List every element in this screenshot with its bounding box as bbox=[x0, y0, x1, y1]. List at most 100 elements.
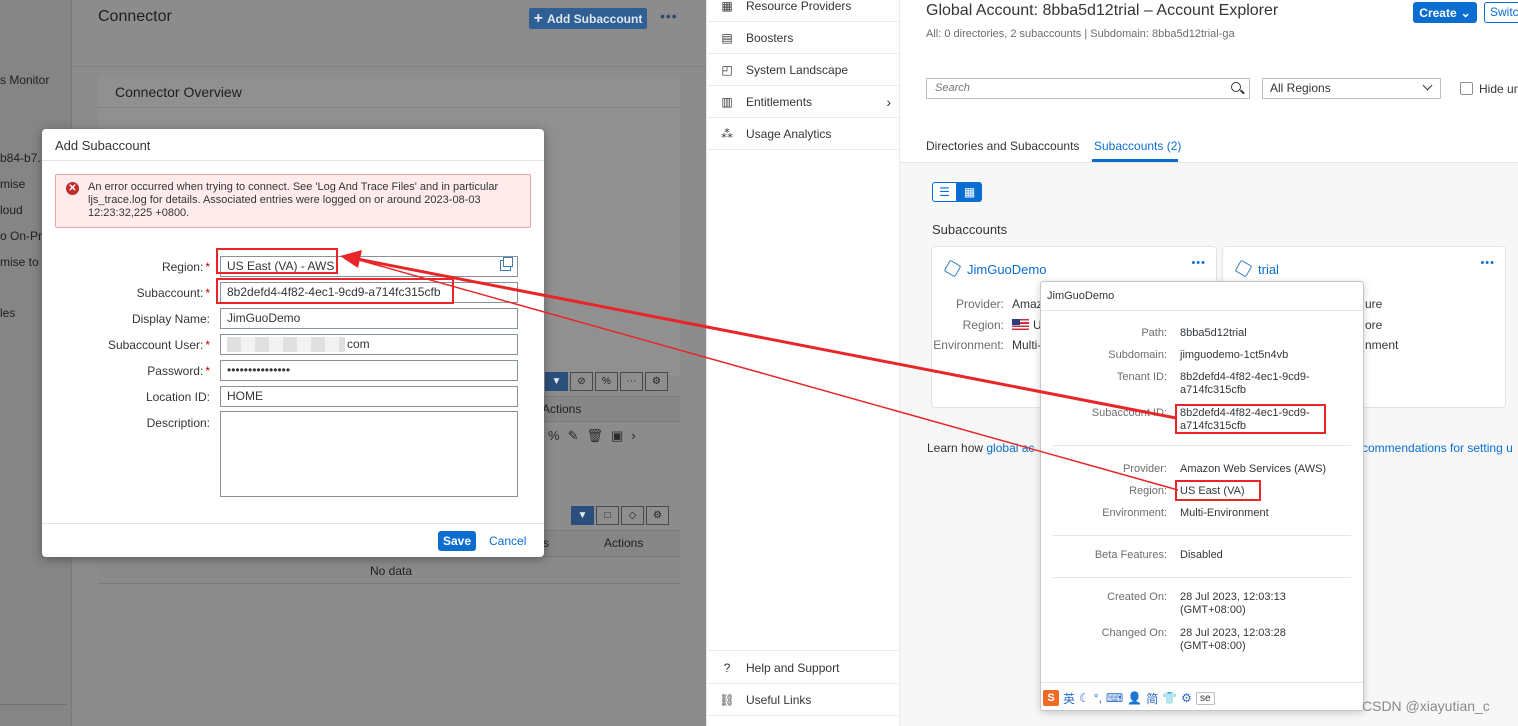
overflow-icon[interactable]: ⋯ bbox=[620, 372, 643, 391]
save-icon[interactable]: ▣ bbox=[611, 428, 623, 444]
nav-item-cloud[interactable]: loud bbox=[0, 203, 23, 217]
nav-item-useful-links[interactable]: ⛓ Useful Links bbox=[707, 684, 900, 716]
redacted-text bbox=[227, 337, 345, 352]
no-data-text: No data bbox=[370, 564, 413, 578]
provider-value: Amazon Web Services (AWS) bbox=[1180, 463, 1327, 475]
value-help-icon[interactable] bbox=[500, 257, 513, 271]
global-account-link[interactable]: global ac bbox=[986, 441, 1034, 455]
description-label: Description: bbox=[146, 416, 210, 430]
square-icon[interactable]: □ bbox=[596, 506, 619, 525]
description-textarea[interactable] bbox=[220, 411, 518, 497]
subaccount-id-value: 8b2defd4-4f82-4ec1-9cd9-a714fc315cfb bbox=[1180, 407, 1310, 432]
switch-button[interactable]: Switch bbox=[1484, 2, 1518, 23]
path-label: Path: bbox=[1141, 327, 1167, 339]
user-icon[interactable]: 👤 bbox=[1127, 691, 1142, 705]
tab-directories-and-subaccounts[interactable]: Directories and Subaccounts bbox=[926, 139, 1079, 153]
ime-candidate-box: se bbox=[1195, 691, 1215, 705]
shirt-icon[interactable]: 👕 bbox=[1162, 691, 1177, 705]
add-subaccount-button[interactable]: + Add Subaccount bbox=[529, 8, 647, 29]
ime-logo-icon[interactable]: S bbox=[1043, 690, 1059, 706]
link-icon[interactable]: % bbox=[595, 372, 618, 391]
dialog-title: Add Subaccount bbox=[55, 138, 151, 153]
nav-item-entitlements[interactable]: ▥ Entitlements › bbox=[707, 86, 900, 118]
nav-item-monitor[interactable]: s Monitor bbox=[0, 73, 49, 87]
subaccount-field[interactable]: 8b2defd4-4f82-4ec1-9cd9-a714fc315cfb bbox=[220, 282, 518, 303]
regions-select[interactable]: All Regions bbox=[1262, 78, 1441, 99]
us-flag-icon bbox=[1012, 319, 1029, 330]
tab-subaccounts[interactable]: Subaccounts (2) bbox=[1094, 139, 1181, 153]
password-field[interactable]: ••••••••••••••• bbox=[220, 360, 518, 381]
resource-providers-icon: ▦ bbox=[721, 0, 733, 13]
dialog-title-divider bbox=[42, 160, 544, 161]
search-input[interactable]: Search bbox=[926, 78, 1250, 99]
error-message-strip: ✕ An error occurred when trying to conne… bbox=[55, 174, 531, 228]
remove-filter-icon[interactable]: ⊘ bbox=[570, 372, 593, 391]
popover-divider bbox=[1053, 577, 1351, 578]
subaccount-icon bbox=[1234, 259, 1253, 278]
page-subtitle: All: 0 directories, 2 subaccounts | Subd… bbox=[926, 28, 1235, 40]
subaccount-user-field[interactable]: com bbox=[220, 334, 518, 355]
simplified-icon[interactable]: 简 bbox=[1146, 690, 1158, 707]
path-value: 8bba5d12trial bbox=[1180, 327, 1247, 339]
filter-icon[interactable]: ▼ bbox=[571, 506, 594, 525]
system-landscape-icon: ◰ bbox=[721, 62, 733, 77]
table2-toolbar: ▼ □ ◇ ⚙ bbox=[571, 506, 669, 525]
provider-label: Provider: bbox=[1122, 463, 1167, 475]
diamond-icon[interactable]: ◇ bbox=[621, 506, 644, 525]
subaccount-name-link[interactable]: trial bbox=[1258, 262, 1279, 277]
region-field[interactable]: US East (VA) - AWS bbox=[220, 256, 518, 277]
connect-icon[interactable]: % bbox=[548, 428, 560, 444]
more-options-button[interactable]: ••• bbox=[660, 8, 678, 24]
nav-item-modules[interactable]: les bbox=[0, 306, 15, 320]
save-button[interactable]: Save bbox=[438, 531, 476, 551]
filter-icon[interactable]: ▼ bbox=[545, 372, 568, 391]
page-title: Connector bbox=[98, 8, 172, 25]
nav-divider bbox=[0, 704, 66, 705]
nav-item-on-premise[interactable]: mise bbox=[0, 177, 25, 191]
display-name-field[interactable]: JimGuoDemo bbox=[220, 308, 518, 329]
popover-divider bbox=[1053, 535, 1351, 536]
link-icon: ⛓ bbox=[719, 692, 735, 707]
environment-value: nment bbox=[1365, 338, 1399, 352]
nav-item-usage-analytics[interactable]: ⁂ Usage Analytics bbox=[707, 118, 900, 150]
more-options-button[interactable]: ••• bbox=[1191, 257, 1206, 269]
subaccount-icon bbox=[943, 259, 962, 278]
recommendations-link[interactable]: commendations for setting u bbox=[1362, 441, 1513, 455]
settings-icon[interactable]: ⚙ bbox=[645, 372, 668, 391]
location-id-field[interactable]: HOME bbox=[220, 386, 518, 407]
table1-actions-header: Actions bbox=[542, 402, 582, 416]
subaccount-user-label: Subaccount User: * bbox=[107, 338, 210, 352]
ime-language-toggle[interactable]: 英 bbox=[1063, 690, 1075, 707]
list-view-icon[interactable]: ☰ bbox=[932, 182, 957, 202]
provider-label: Provider: bbox=[955, 297, 1004, 311]
provider-value: Amaz bbox=[1012, 297, 1043, 311]
add-subaccount-dialog: Add Subaccount ✕ An error occurred when … bbox=[42, 129, 544, 557]
ime-toolbar: S 英 ☾ °, ⌨ 👤 简 👕 ⚙ se bbox=[1041, 687, 1215, 709]
nav-item-boosters[interactable]: ▤ Boosters bbox=[707, 22, 900, 54]
gear-icon[interactable]: ⚙ bbox=[1181, 691, 1192, 705]
edit-icon[interactable]: ✎ bbox=[568, 428, 579, 444]
delete-icon[interactable]: 🗑 bbox=[586, 428, 603, 444]
more-options-button[interactable]: ••• bbox=[1480, 257, 1495, 269]
create-button[interactable]: Create ⌄ bbox=[1413, 2, 1477, 23]
region-value: US East (VA) bbox=[1180, 485, 1245, 497]
punctuation-icon[interactable]: °, bbox=[1094, 691, 1102, 705]
grid-view-icon[interactable]: ▦ bbox=[957, 182, 982, 202]
chevron-right-icon[interactable]: › bbox=[631, 428, 635, 444]
search-icon[interactable] bbox=[1231, 82, 1241, 92]
location-id-label: Location ID: bbox=[145, 390, 210, 404]
region-label: Region: * bbox=[161, 260, 210, 274]
error-icon: ✕ bbox=[66, 182, 79, 195]
nav-item-help[interactable]: ? Help and Support bbox=[707, 652, 900, 684]
settings-icon[interactable]: ⚙ bbox=[646, 506, 669, 525]
subaccount-name-link[interactable]: JimGuoDemo bbox=[967, 262, 1046, 277]
nav-item-subaccount[interactable]: b84-b7... bbox=[0, 151, 47, 165]
nav-item-resource-providers[interactable]: ▦ Resource Providers bbox=[707, 0, 900, 22]
plus-icon: + bbox=[533, 9, 543, 27]
hide-checkbox[interactable] bbox=[1460, 82, 1473, 95]
moon-icon[interactable]: ☾ bbox=[1079, 691, 1090, 705]
created-on-label: Created On: bbox=[1107, 591, 1167, 603]
nav-item-system-landscape[interactable]: ◰ System Landscape bbox=[707, 54, 900, 86]
cancel-button[interactable]: Cancel bbox=[489, 534, 526, 548]
keyboard-icon[interactable]: ⌨ bbox=[1106, 691, 1123, 705]
